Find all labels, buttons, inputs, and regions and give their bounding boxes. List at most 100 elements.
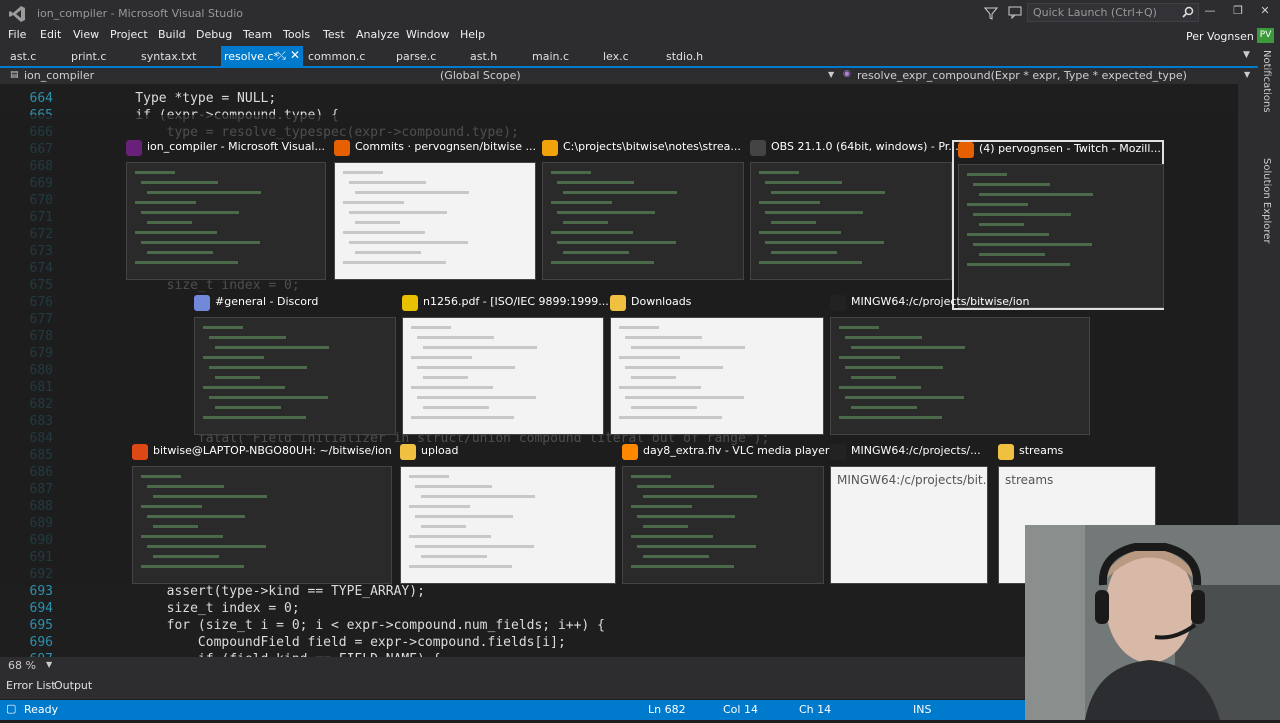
thumbnail-text: streams	[1005, 473, 1054, 487]
function-dropdown[interactable]: resolve_expr_compound(Expr * expr, Type …	[857, 69, 1187, 85]
switcher-window[interactable]: n1256.pdf - [ISO/IEC 9899:1999...	[398, 295, 609, 435]
close-tab-icon[interactable]: ✕	[290, 48, 300, 62]
feedback-icon[interactable]	[1008, 5, 1022, 19]
window-thumbnail	[830, 317, 1090, 435]
tab-resolve-c-active[interactable]: resolve.c* ⤯ ✕	[221, 46, 303, 66]
thumbnail-line	[147, 191, 261, 194]
tab-stdio-h[interactable]: stdio.h	[666, 50, 703, 63]
thumbnail-line	[355, 221, 400, 224]
close-window-button[interactable]: ✕	[1255, 4, 1275, 20]
menu-view[interactable]: View	[73, 28, 99, 41]
thumbnail-line	[417, 366, 515, 369]
thumbnail-line	[979, 253, 1045, 256]
switcher-window[interactable]: ion_compiler - Microsoft Visual...	[122, 140, 326, 280]
status-window-icon: ▢	[6, 702, 17, 715]
window-thumbnail	[610, 317, 824, 435]
switcher-window[interactable]: Commits · pervognsen/bitwise ...	[330, 140, 536, 280]
thumbnail-line	[343, 261, 446, 264]
thumbnail-line	[141, 505, 202, 508]
switcher-window[interactable]: C:\projects\bitwise\notes\strea...	[538, 140, 744, 280]
thumbnail-line	[141, 181, 218, 184]
menu-analyze[interactable]: Analyze	[356, 28, 399, 41]
thumbnail-line	[415, 545, 534, 548]
thumbnail-line	[153, 555, 219, 558]
minimize-button[interactable]: —	[1200, 4, 1220, 20]
switcher-window[interactable]: upload	[396, 444, 616, 584]
thumbnail-line	[551, 261, 654, 264]
window-thumbnail	[400, 466, 616, 584]
scope-chevron-down-icon[interactable]: ▼	[828, 70, 834, 79]
switcher-window[interactable]: MINGW64:/c/projects/bitwise/ion	[826, 295, 1090, 435]
menu-project[interactable]: Project	[110, 28, 148, 41]
error-list-tab[interactable]: Error List	[6, 679, 56, 692]
menu-file[interactable]: File	[8, 28, 26, 41]
project-dropdown[interactable]: ion_compiler	[24, 69, 94, 85]
thumbnail-line	[135, 201, 196, 204]
thumbnail-line	[423, 376, 468, 379]
tab-main-c[interactable]: main.c	[532, 50, 569, 63]
solution-explorer-tab[interactable]: Solution Explorer	[1261, 158, 1272, 244]
switcher-window-title: upload	[421, 444, 459, 457]
thumbnail-line	[343, 231, 425, 234]
search-icon[interactable]	[1182, 6, 1194, 18]
tab-ast-c[interactable]: ast.c	[10, 50, 36, 63]
tab-syntax-txt[interactable]: syntax.txt	[141, 50, 196, 63]
tab-print-c[interactable]: print.c	[71, 50, 106, 63]
switcher-window-title: C:\projects\bitwise\notes\strea...	[563, 140, 741, 153]
code-text: for (size_t i = 0; i < expr->compound.nu…	[104, 618, 605, 633]
zoom-chevron-down-icon[interactable]: ▼	[46, 660, 52, 669]
function-chevron-down-icon[interactable]: ▼	[1244, 70, 1250, 79]
thumbnail-line	[759, 201, 820, 204]
thumbnail-line	[411, 326, 451, 329]
switcher-window[interactable]: Downloads	[606, 295, 824, 435]
thumbnail-line	[215, 376, 260, 379]
menu-edit[interactable]: Edit	[40, 28, 61, 41]
app-icon	[402, 295, 418, 311]
switcher-window[interactable]: OBS 21.1.0 (64bit, windows) - Pr...	[746, 140, 959, 280]
switcher-window[interactable]: day8_extra.flv - VLC media player	[618, 444, 829, 584]
zoom-level[interactable]: 68 %	[8, 659, 36, 672]
tab-overflow-chevron-icon[interactable]: ▼	[1243, 50, 1250, 60]
thumbnail-line	[771, 221, 816, 224]
switcher-window[interactable]: MINGW64:/c/projects/... MINGW64:/c/projec…	[826, 444, 988, 584]
thumbnail-line	[411, 356, 472, 359]
switcher-window[interactable]: #general - Discord	[190, 295, 396, 435]
tab-lex-c[interactable]: lex.c	[603, 50, 629, 63]
menu-build[interactable]: Build	[158, 28, 186, 41]
quick-launch-input[interactable]: Quick Launch (Ctrl+Q)	[1027, 3, 1199, 22]
thumbnail-line	[209, 396, 328, 399]
thumbnail-line	[141, 535, 223, 538]
function-icon: ◉	[843, 69, 851, 79]
thumbnail-line	[135, 171, 175, 174]
notifications-tab[interactable]: Notifications	[1261, 50, 1272, 113]
visual-studio-logo-icon	[9, 6, 25, 22]
output-tab[interactable]: Output	[54, 679, 92, 692]
scope-dropdown[interactable]: (Global Scope)	[440, 69, 521, 85]
switcher-window[interactable]: bitwise@LAPTOP-NBGO80UH: ~/bitwise/ion	[128, 444, 392, 584]
menu-team[interactable]: Team	[243, 28, 272, 41]
switcher-window-title: MINGW64:/c/projects/...	[851, 444, 981, 457]
thumbnail-line	[417, 396, 536, 399]
thumbnail-line	[415, 485, 492, 488]
menu-test[interactable]: Test	[323, 28, 345, 41]
thumbnail-line	[349, 241, 468, 244]
thumbnail-line	[619, 386, 701, 389]
tab-common-c[interactable]: common.c	[308, 50, 365, 63]
menu-debug[interactable]: Debug	[196, 28, 232, 41]
thumbnail-line	[631, 406, 697, 409]
menu-window[interactable]: Window	[406, 28, 449, 41]
filter-icon[interactable]	[984, 6, 998, 20]
window-title: ion_compiler - Microsoft Visual Studio	[37, 7, 244, 20]
avatar[interactable]: PV	[1257, 28, 1274, 43]
switcher-window[interactable]: (4) pervognsen - Twitch - Mozill...	[952, 140, 1164, 310]
menu-help[interactable]: Help	[460, 28, 485, 41]
tab-parse-c[interactable]: parse.c	[396, 50, 436, 63]
restore-button[interactable]: ❐	[1228, 4, 1248, 20]
thumbnail-line	[147, 221, 192, 224]
pin-icon[interactable]: ⤯	[277, 49, 286, 63]
tab-ast-h[interactable]: ast.h	[470, 50, 497, 63]
thumbnail-line	[631, 346, 745, 349]
user-name[interactable]: Per Vognsen	[1186, 30, 1254, 43]
menu-tools[interactable]: Tools	[283, 28, 310, 41]
code-line[interactable]: 664 Type *type = NULL;	[0, 91, 1238, 108]
